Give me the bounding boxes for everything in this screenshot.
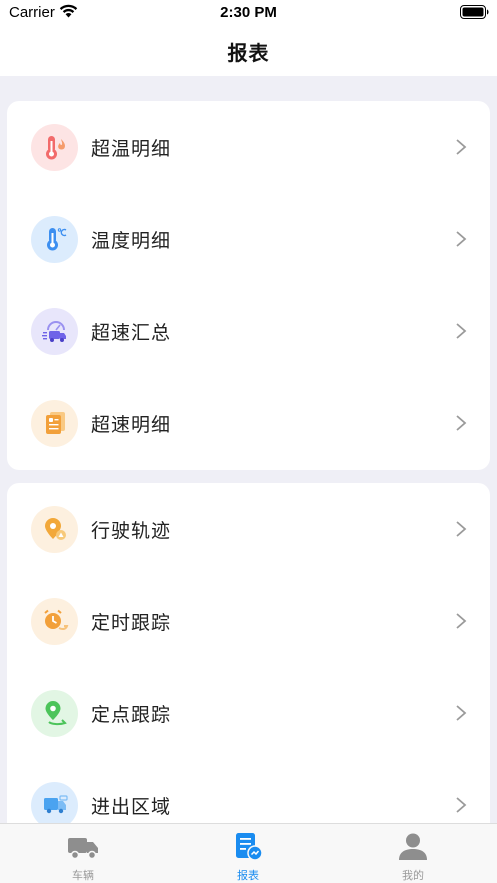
list-item-speeding-summary[interactable]: 超速汇总 bbox=[7, 285, 490, 377]
list-item-label: 超速汇总 bbox=[91, 321, 172, 344]
chevron-right-icon bbox=[456, 231, 467, 247]
list-item-label: 超速明细 bbox=[91, 413, 172, 436]
truck-icon bbox=[68, 838, 98, 860]
icon-badge bbox=[31, 399, 78, 447]
tab-label: 车辆 bbox=[72, 869, 94, 882]
list-item-label: 行驶轨迹 bbox=[91, 519, 172, 542]
list-item-label: 定点跟踪 bbox=[91, 703, 172, 726]
page-title: 报表 bbox=[227, 40, 270, 65]
list-item-in-out-area[interactable]: 进出区域 bbox=[7, 759, 490, 823]
list-item-timed-tracking[interactable]: 定时跟踪 bbox=[7, 575, 490, 667]
report-icon bbox=[236, 833, 263, 861]
chevron-right-icon bbox=[456, 613, 467, 629]
list-item-label: 定时跟踪 bbox=[91, 611, 172, 634]
list-item-label: 进出区域 bbox=[91, 795, 172, 818]
icon-badge bbox=[31, 505, 78, 553]
tab-label: 我的 bbox=[402, 869, 424, 882]
status-bar: Carrier 2:30 PM bbox=[0, 0, 497, 26]
chevron-right-icon bbox=[456, 139, 467, 155]
alarm-clock-icon bbox=[43, 609, 68, 631]
list-item-label: 超温明细 bbox=[91, 137, 172, 160]
chevron-right-icon bbox=[456, 415, 467, 431]
tab-bar: 车辆 报表 我的 bbox=[0, 823, 497, 883]
map-pin-green-icon bbox=[45, 701, 67, 726]
icon-badge bbox=[31, 597, 78, 645]
tab-reports[interactable]: 报表 bbox=[198, 824, 298, 883]
list-item-fixed-point-tracking[interactable]: 定点跟踪 bbox=[7, 667, 490, 759]
list-item-label: 温度明细 bbox=[91, 229, 172, 252]
tab-label: 报表 bbox=[237, 869, 259, 882]
icon-badge bbox=[31, 123, 78, 171]
speed-truck-icon bbox=[41, 321, 66, 342]
battery-icon bbox=[460, 5, 489, 19]
location-pin-icon bbox=[44, 518, 66, 540]
icon-badge bbox=[31, 215, 78, 263]
thermometer-celsius-icon bbox=[46, 228, 66, 251]
navigation-bar: 报表 bbox=[0, 26, 497, 76]
report-list[interactable]: 超温明细 温度明细 超速汇总 超速明细 行驶轨迹 定时跟踪 定点跟踪 进出区域 bbox=[0, 76, 497, 823]
list-item-speeding-detail[interactable]: 超速明细 bbox=[7, 377, 490, 469]
list-item-driving-track[interactable]: 行驶轨迹 bbox=[7, 483, 490, 575]
chevron-right-icon bbox=[456, 797, 467, 813]
thermometer-fire-icon bbox=[45, 136, 65, 160]
person-icon bbox=[399, 833, 427, 860]
icon-badge bbox=[31, 781, 78, 823]
report-card-temperature-speed: 超温明细 温度明细 超速汇总 超速明细 bbox=[7, 101, 490, 470]
list-item-over-temperature-detail[interactable]: 超温明细 bbox=[7, 101, 490, 193]
icon-badge bbox=[31, 307, 78, 355]
chevron-right-icon bbox=[456, 521, 467, 537]
tab-profile[interactable]: 我的 bbox=[363, 824, 463, 883]
tab-vehicles[interactable]: 车辆 bbox=[33, 824, 133, 883]
speed-document-icon bbox=[45, 412, 65, 434]
status-time: 2:30 PM bbox=[220, 4, 277, 21]
report-card-tracking: 行驶轨迹 定时跟踪 定点跟踪 进出区域 bbox=[7, 483, 490, 823]
icon-badge bbox=[31, 689, 78, 737]
chevron-right-icon bbox=[456, 323, 467, 339]
chevron-right-icon bbox=[456, 705, 467, 721]
list-item-temperature-detail[interactable]: 温度明细 bbox=[7, 193, 490, 285]
truck-area-icon bbox=[43, 795, 68, 814]
